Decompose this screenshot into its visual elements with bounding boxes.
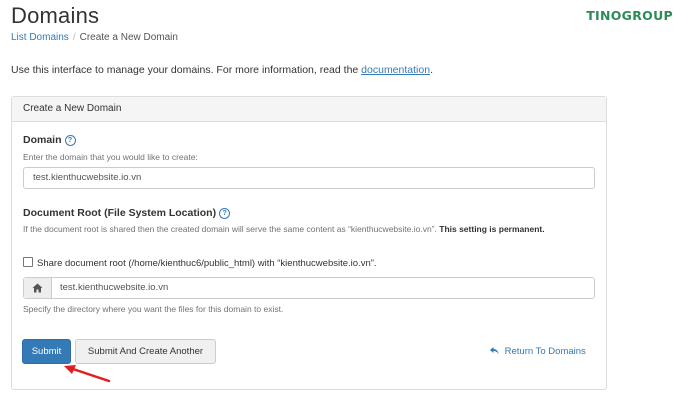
docroot-help-text: Specify the directory where you want the… — [23, 304, 284, 314]
panel-heading: Create a New Domain — [12, 97, 606, 122]
share-docroot-label: Share document root (/home/kienthuc6/pub… — [37, 258, 377, 269]
page-title: Domains — [11, 3, 100, 28]
breadcrumb-current: Create a New Domain — [79, 32, 178, 43]
tinogroup-logo: TINOGROUP — [586, 8, 673, 23]
breadcrumb-list-domains-link[interactable]: List Domains — [11, 32, 69, 43]
docroot-note: If the document root is shared then the … — [23, 224, 545, 234]
submit-and-create-another-button[interactable]: Submit And Create Another — [75, 339, 216, 364]
question-circle-icon[interactable]: ? — [64, 135, 76, 146]
domain-label: Domain? — [23, 134, 76, 146]
intro-text: Use this interface to manage your domain… — [11, 64, 433, 76]
breadcrumb-separator: / — [72, 32, 76, 43]
question-circle-icon[interactable]: ? — [219, 208, 231, 219]
return-arrow-icon — [490, 346, 502, 357]
red-arrow-icon — [64, 365, 111, 383]
submit-button[interactable]: Submit — [22, 339, 71, 364]
share-docroot-row[interactable]: Share document root (/home/kienthuc6/pub… — [23, 257, 377, 269]
docroot-input[interactable]: test.kienthucwebsite.io.vn — [52, 278, 594, 298]
breadcrumb: List Domains / Create a New Domain — [11, 32, 178, 43]
domain-help-text: Enter the domain that you would like to … — [23, 152, 198, 162]
return-to-domains-link[interactable]: Return To Domains — [490, 346, 586, 357]
home-icon — [24, 278, 52, 298]
share-docroot-checkbox[interactable] — [23, 257, 33, 267]
create-domain-panel: Create a New Domain Domain? Enter the do… — [11, 96, 607, 390]
docroot-label: Document Root (File System Location)? — [23, 207, 231, 219]
documentation-link[interactable]: documentation — [361, 64, 430, 76]
docroot-input-group: test.kienthucwebsite.io.vn — [23, 277, 595, 299]
domain-input[interactable]: test.kienthucwebsite.io.vn — [23, 167, 595, 189]
